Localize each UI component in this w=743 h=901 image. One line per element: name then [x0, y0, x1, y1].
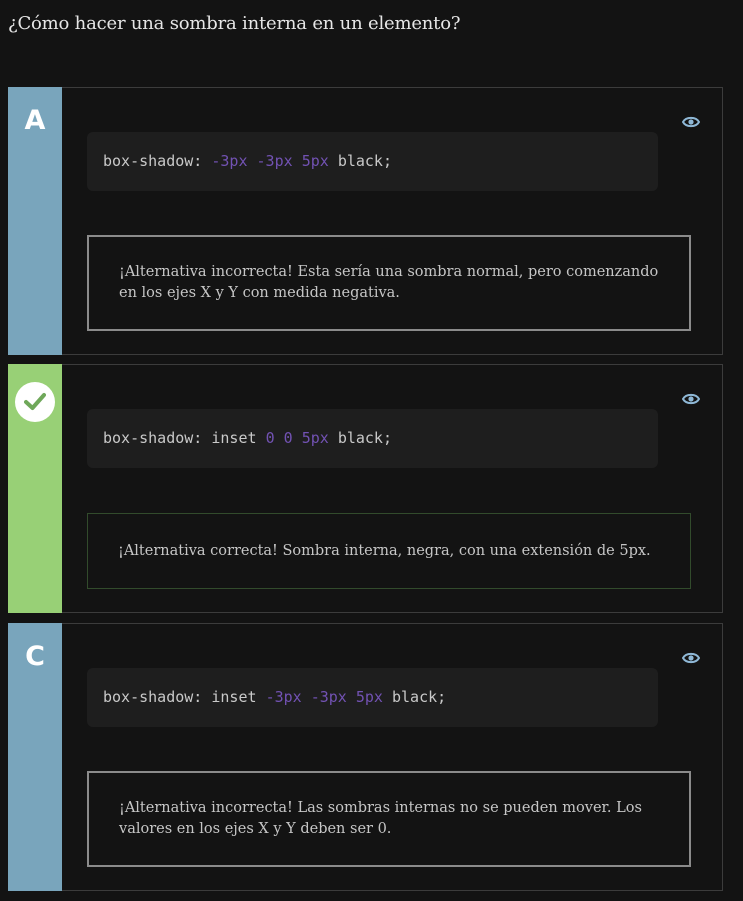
option-b-code[interactable]: box-shadow: inset 0 0 5px black;: [87, 409, 658, 468]
code-prop: box-shadow: inset: [103, 429, 266, 447]
option-c-letter: C: [25, 641, 45, 672]
code-prop: box-shadow: inset: [103, 688, 266, 706]
option-b-feedback: ¡Alternativa correcta! Sombra interna, n…: [87, 513, 691, 589]
code-value: 0: [265, 429, 275, 447]
option-b-sidebar: [8, 364, 62, 613]
code-value: 0: [283, 429, 293, 447]
code-value: 5px: [301, 429, 329, 447]
option-c-code[interactable]: box-shadow: inset -3px -3px 5px black;: [87, 668, 658, 727]
code-tail: black;: [337, 429, 392, 447]
eye-icon[interactable]: [681, 391, 701, 405]
option-c-sidebar: C: [8, 623, 62, 891]
option-c-feedback: ¡Alternativa incorrecta! Las sombras int…: [87, 771, 691, 867]
eye-icon[interactable]: [681, 114, 701, 128]
option-a-sidebar: A: [8, 87, 62, 355]
option-a-feedback: ¡Alternativa incorrecta! Esta sería una …: [87, 235, 691, 331]
question-title: ¿Cómo hacer una sombra interna en un ele…: [8, 13, 461, 34]
option-a[interactable]: A box-shadow: -3px -3px 5px black; ¡Alte…: [8, 87, 723, 355]
option-c[interactable]: C box-shadow: inset -3px -3px 5px black;…: [8, 623, 723, 891]
code-value: -3px: [211, 152, 248, 170]
code-tail: black;: [337, 152, 392, 170]
option-a-code[interactable]: box-shadow: -3px -3px 5px black;: [87, 132, 658, 191]
code-value: -3px: [256, 152, 293, 170]
feedback-text: ¡Alternativa incorrecta! Las sombras int…: [119, 800, 642, 837]
code-tail: black;: [392, 688, 447, 706]
code-value: -3px: [265, 688, 302, 706]
code-value: 5px: [355, 688, 383, 706]
check-icon: [15, 382, 55, 422]
code-value: 5px: [301, 152, 329, 170]
option-b[interactable]: box-shadow: inset 0 0 5px black; ¡Altern…: [8, 364, 723, 613]
code-value: -3px: [310, 688, 347, 706]
eye-icon[interactable]: [681, 650, 701, 664]
option-a-letter: A: [24, 105, 46, 136]
feedback-text: ¡Alternativa incorrecta! Esta sería una …: [119, 264, 659, 301]
code-prop: box-shadow:: [103, 152, 212, 170]
feedback-text: ¡Alternativa correcta! Sombra interna, n…: [118, 542, 651, 559]
